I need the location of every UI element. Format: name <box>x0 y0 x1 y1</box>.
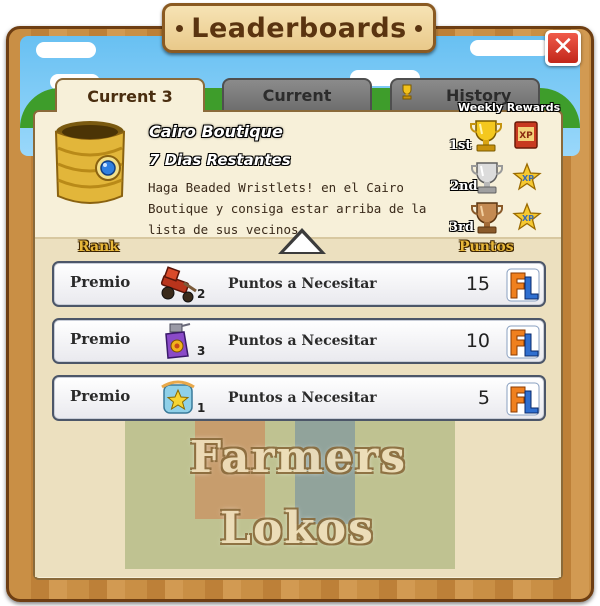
days-remaining: 7 Dias Restantes <box>149 151 291 169</box>
table-row: Premio 1 Puntos a Necesitar 5 <box>52 375 546 421</box>
farmville-logo-icon <box>506 268 540 302</box>
close-button[interactable]: ✕ <box>545 30 581 66</box>
points-value: 5 <box>477 387 490 409</box>
points-needed-label: Puntos a Necesitar <box>228 390 377 406</box>
rank-3rd-label: 3rd <box>449 220 474 235</box>
farmville-logo-icon <box>506 325 540 359</box>
close-icon: ✕ <box>552 32 574 62</box>
arrow-up-icon <box>284 233 320 252</box>
rank-2nd-label: 2nd <box>450 179 478 194</box>
tab-current[interactable]: Current <box>222 78 372 112</box>
table-row: Premio 3 Puntos a Necesitar 10 <box>52 318 546 364</box>
xp-book-icon: XP <box>514 121 538 149</box>
quest-title: Cairo Boutique <box>149 122 283 141</box>
leaderboards-window: Leaderboards ✕ Current 3 Current History… <box>0 0 600 606</box>
title-plaque: Leaderboards <box>162 3 436 53</box>
points-needed-label: Puntos a Necesitar <box>228 333 377 349</box>
rank-column-header: Rank <box>78 239 119 255</box>
svg-text:XP: XP <box>522 174 534 183</box>
watermark-line-1: Farmers <box>190 432 408 483</box>
rank-1st-label: 1st <box>449 138 472 153</box>
points-value: 10 <box>465 330 490 352</box>
svg-text:XP: XP <box>519 131 533 141</box>
window-title: Leaderboards <box>191 12 407 44</box>
prize-label: Premio <box>70 387 131 405</box>
prize-quantity: 3 <box>197 344 206 358</box>
star-badge-icon <box>161 380 195 414</box>
prize-quantity: 2 <box>197 287 206 301</box>
spray-bottle-icon <box>165 323 191 359</box>
svg-text:XP: XP <box>522 214 534 223</box>
bronze-trophy-icon <box>471 202 503 234</box>
prize-label: Premio <box>70 330 131 348</box>
tractor-icon <box>160 266 197 303</box>
xp-star-icon: XP <box>512 202 542 231</box>
trophy-icon <box>402 84 412 100</box>
points-column-header: Puntos <box>459 239 514 255</box>
table-row: Premio 2 Puntos a Necesitar 15 <box>52 261 546 307</box>
points-needed-label: Puntos a Necesitar <box>228 276 377 292</box>
beaded-bracelet-icon <box>54 121 126 204</box>
points-value: 15 <box>465 273 490 295</box>
prize-label: Premio <box>70 273 131 291</box>
tab-current-3[interactable]: Current 3 <box>55 78 205 112</box>
farmville-logo-icon <box>506 382 540 416</box>
gold-trophy-icon <box>470 120 502 152</box>
prize-quantity: 1 <box>197 401 206 415</box>
weekly-rewards-heading: Weekly Rewards <box>458 101 561 114</box>
xp-star-icon: XP <box>512 162 542 191</box>
watermark-line-2: Lokos <box>220 503 375 554</box>
